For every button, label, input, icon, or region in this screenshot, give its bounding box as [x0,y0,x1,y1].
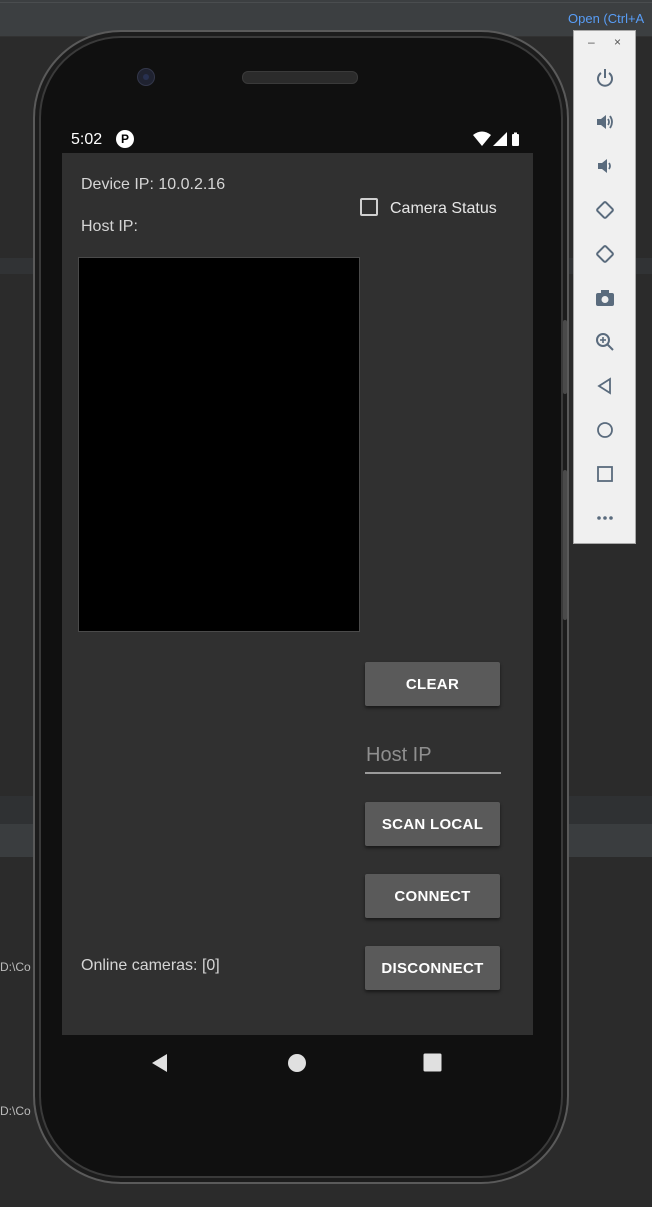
ide-divider [0,2,652,3]
nav-overview-icon[interactable] [423,1053,442,1077]
home-icon[interactable] [593,418,617,442]
front-camera [137,68,155,86]
nav-back-icon[interactable] [150,1053,170,1078]
battery-icon [512,132,519,146]
status-bar: 5:02 P [62,125,533,153]
notification-icon: P [116,130,134,148]
clear-button[interactable]: CLEAR [365,662,500,706]
camera-preview [78,257,360,632]
volume-side-button [563,470,567,620]
online-cameras-label: Online cameras: [0] [81,957,220,974]
signal-icon [493,132,507,146]
earpiece-speaker [242,71,358,84]
navigation-bar [62,1035,533,1095]
more-icon[interactable] [593,506,617,530]
app-screen: Device IP: 10.0.2.16 Host IP: Camera Sta… [62,153,533,1035]
scan-local-button[interactable]: SCAN LOCAL [365,802,500,846]
disconnect-button[interactable]: DISCONNECT [365,946,500,990]
volume-down-icon[interactable] [593,154,617,178]
rotate-right-icon[interactable] [593,242,617,266]
minimize-icon[interactable]: – [588,35,595,49]
ide-path-text: D:\Co [0,960,31,974]
emulator-toolbar: – × [573,30,636,544]
power-icon[interactable] [593,66,617,90]
power-side-button [563,320,567,394]
host-ip-label: Host IP: [81,218,138,235]
rotate-left-icon[interactable] [593,198,617,222]
camera-status-checkbox[interactable] [360,198,378,216]
host-ip-input[interactable] [365,738,501,774]
status-icons [473,131,525,152]
status-time: 5:02 [71,131,103,148]
back-icon[interactable] [593,374,617,398]
close-icon[interactable]: × [614,35,621,49]
camera-status-label[interactable]: Camera Status [390,200,497,218]
zoom-icon[interactable] [593,330,617,354]
overview-icon[interactable] [593,462,617,486]
device-ip-label: Device IP: 10.0.2.16 [81,176,226,193]
camera-icon[interactable] [593,286,617,310]
volume-up-icon[interactable] [593,110,617,134]
wifi-icon [473,131,491,146]
ide-path-text: D:\Co [0,1104,31,1118]
emulator-window-controls: – × [574,35,635,53]
connect-button[interactable]: CONNECT [365,874,500,918]
open-shortcut-link[interactable]: Open (Ctrl+A [568,11,644,26]
nav-home-icon[interactable] [287,1053,307,1078]
